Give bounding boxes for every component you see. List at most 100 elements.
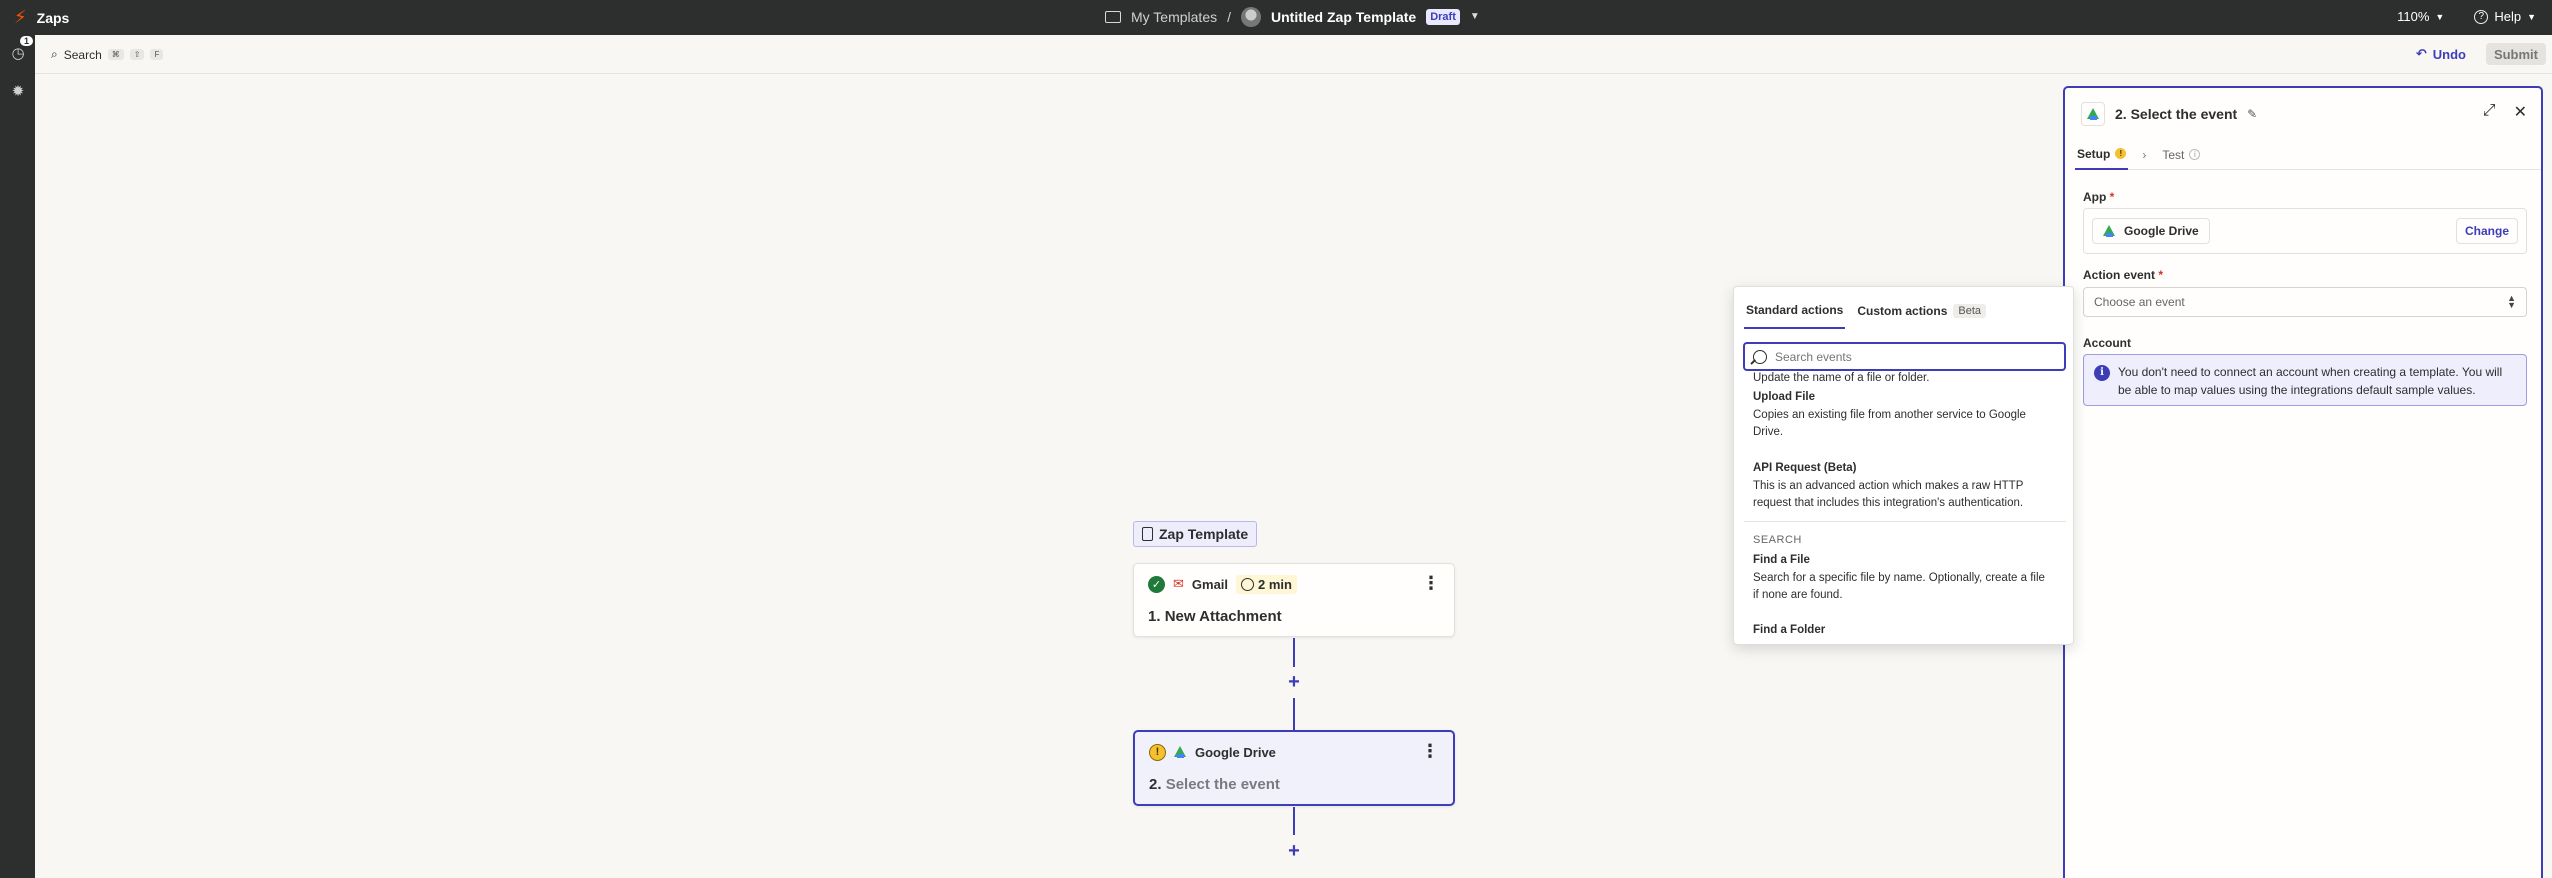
edit-pencil-icon[interactable]: ✎ — [2247, 107, 2257, 121]
event-search-input[interactable] — [1775, 349, 2035, 364]
step-card-action[interactable]: ! Google Drive ⋮ 2. Select the event — [1133, 730, 1455, 806]
brand[interactable]: ⚡ Zaps — [14, 0, 69, 35]
step-name: New Attachment — [1164, 608, 1282, 625]
status-badge: Draft — [1426, 8, 1460, 25]
app-title: Zaps — [36, 9, 70, 26]
chevron-down-icon: ▼ — [2527, 11, 2536, 22]
search-button[interactable]: ⌕ Search ⌘ ⇧ F — [51, 35, 164, 74]
event-dropdown: Standard actions Custom actions Beta Upd… — [1733, 286, 2074, 645]
event-option-upload-file[interactable]: Upload File Copies an existing file from… — [1753, 391, 2053, 441]
add-step-icon[interactable]: + — [1285, 841, 1303, 861]
step-name: Select the event — [1165, 776, 1280, 793]
add-step-icon[interactable]: + — [1285, 672, 1303, 692]
close-icon[interactable]: ✕ — [2514, 102, 2527, 122]
app-label-text: App — [2083, 190, 2107, 204]
step-app-name: Gmail — [1191, 576, 1229, 592]
google-drive-icon — [2086, 108, 2100, 120]
app-field: Google Drive Change — [2083, 208, 2527, 254]
undo-icon: ↶ — [2415, 46, 2427, 61]
step-number: 2. — [1149, 776, 1162, 793]
event-search-field[interactable] — [1743, 342, 2066, 371]
tab-label: Custom actions — [1857, 304, 1948, 318]
app-icon-box — [2081, 102, 2105, 126]
event-list: Update the name of a file or folder. Upl… — [1734, 371, 2073, 644]
chevron-down-icon[interactable]: ▼ — [1470, 11, 1480, 22]
history-icon[interactable]: ◷ 1 — [7, 36, 34, 64]
section-header-search: SEARCH — [1753, 534, 1802, 546]
info-icon: i — [2189, 149, 2201, 160]
top-bar: ⚡ Zaps My Templates / Untitled Zap Templ… — [0, 0, 2552, 35]
step-number: 1. — [1148, 608, 1161, 625]
zapier-logo-icon: ⚡ — [14, 7, 27, 27]
step-card-trigger[interactable]: ✓ ✉ Gmail 2 min ⋮ 1. New Attachment — [1133, 563, 1455, 637]
tab-custom-actions[interactable]: Custom actions Beta — [1855, 293, 1988, 329]
event-title: Find a Folder — [1753, 624, 1826, 636]
panel-title: 2. Select the event — [2115, 106, 2238, 122]
left-rail: ◷ 1 ✹ — [0, 35, 35, 878]
tab-setup[interactable]: Setup ! — [2075, 140, 2129, 170]
beta-badge: Beta — [1953, 304, 1987, 318]
action-event-label-text: Action event — [2083, 268, 2156, 282]
step-menu-icon[interactable]: ⋮ — [1422, 574, 1440, 592]
account-label: Account — [2083, 336, 2131, 350]
event-title: Find a File — [1753, 554, 1810, 566]
chevron-down-icon: ▼ — [2435, 11, 2445, 22]
event-description: Search for a specific file by name. Opti… — [1753, 572, 2045, 601]
action-event-select[interactable]: Choose an event ▲ ▼ — [2083, 287, 2527, 317]
step-menu-icon[interactable]: ⋮ — [1421, 742, 1439, 760]
action-event-placeholder: Choose an event — [2094, 295, 2185, 309]
event-description: Update the name of a file or folder. — [1753, 372, 1930, 384]
warning-icon: ! — [2115, 148, 2127, 159]
shortcut-key: ⌘ — [107, 49, 124, 60]
help-label: Help — [2494, 9, 2522, 24]
panel-tabs: Setup ! › Test i — [2075, 140, 2541, 170]
tab-standard-actions[interactable]: Standard actions — [1744, 293, 1846, 329]
info-icon: i — [2094, 365, 2110, 381]
change-app-button[interactable]: Change — [2455, 218, 2518, 244]
app-value: Google Drive — [2124, 224, 2199, 238]
document-icon — [1142, 527, 1153, 541]
account-info-banner: i You don't need to connect an account w… — [2083, 354, 2527, 406]
debug-icon[interactable]: ✹ — [7, 80, 29, 102]
search-icon — [1753, 349, 1767, 364]
zoom-control[interactable]: 110% ▼ — [2397, 9, 2444, 24]
tab-label: Standard actions — [1746, 303, 1844, 317]
google-drive-icon — [2103, 225, 2116, 237]
shortcut-key: ⇧ — [129, 49, 145, 60]
event-option-find-file[interactable]: Find a File Search for a specific file b… — [1753, 554, 2053, 604]
event-option-find-folder[interactable]: Find a Folder — [1753, 624, 2053, 636]
undo-label: Undo — [2432, 46, 2466, 62]
search-icon: ⌕ — [51, 47, 58, 61]
step-editor-panel: 2. Select the event ✎ ⤢ ✕ Setup ! › Test… — [2063, 86, 2543, 878]
template-label-text: Zap Template — [1159, 526, 1249, 542]
gmail-icon: ✉ — [1173, 576, 1184, 591]
folder-icon — [1105, 10, 1121, 23]
event-title: API Request (Beta) — [1753, 462, 1857, 474]
action-event-label: Action event * — [2083, 268, 2163, 282]
clock-icon — [1241, 577, 1255, 591]
required-marker: * — [2109, 190, 2115, 204]
event-option-api-request[interactable]: API Request (Beta) This is an advanced a… — [1753, 462, 2053, 512]
expand-icon[interactable]: ⤢ — [2483, 102, 2496, 122]
undo-button[interactable]: ↶ Undo — [2408, 43, 2474, 65]
zap-template-label: Zap Template — [1133, 521, 1258, 547]
event-title: Upload File — [1753, 391, 1815, 403]
breadcrumb-separator: / — [1227, 8, 1231, 25]
help-icon: ? — [2474, 9, 2489, 24]
app-field-label: App * — [2083, 190, 2114, 204]
help-menu[interactable]: ? Help ▼ — [2474, 9, 2536, 24]
zap-title[interactable]: Untitled Zap Template — [1271, 9, 1416, 25]
breadcrumb: My Templates / Untitled Zap Template Dra… — [1105, 0, 1480, 33]
app-chip: Google Drive — [2092, 218, 2210, 244]
notification-count: 1 — [20, 36, 34, 46]
tab-label: Test — [2162, 147, 2185, 162]
submit-label: Submit — [2493, 46, 2538, 62]
submit-button[interactable]: Submit — [2485, 43, 2546, 65]
tab-test[interactable]: Test i — [2160, 140, 2202, 170]
connector-line — [1293, 698, 1295, 730]
chevron-right-icon: › — [2142, 147, 2147, 162]
connector-line — [1293, 638, 1295, 667]
tab-label: Setup — [2077, 146, 2111, 161]
breadcrumb-folder[interactable]: My Templates — [1131, 9, 1217, 25]
step-title: 1. New Attachment — [1148, 608, 1282, 625]
